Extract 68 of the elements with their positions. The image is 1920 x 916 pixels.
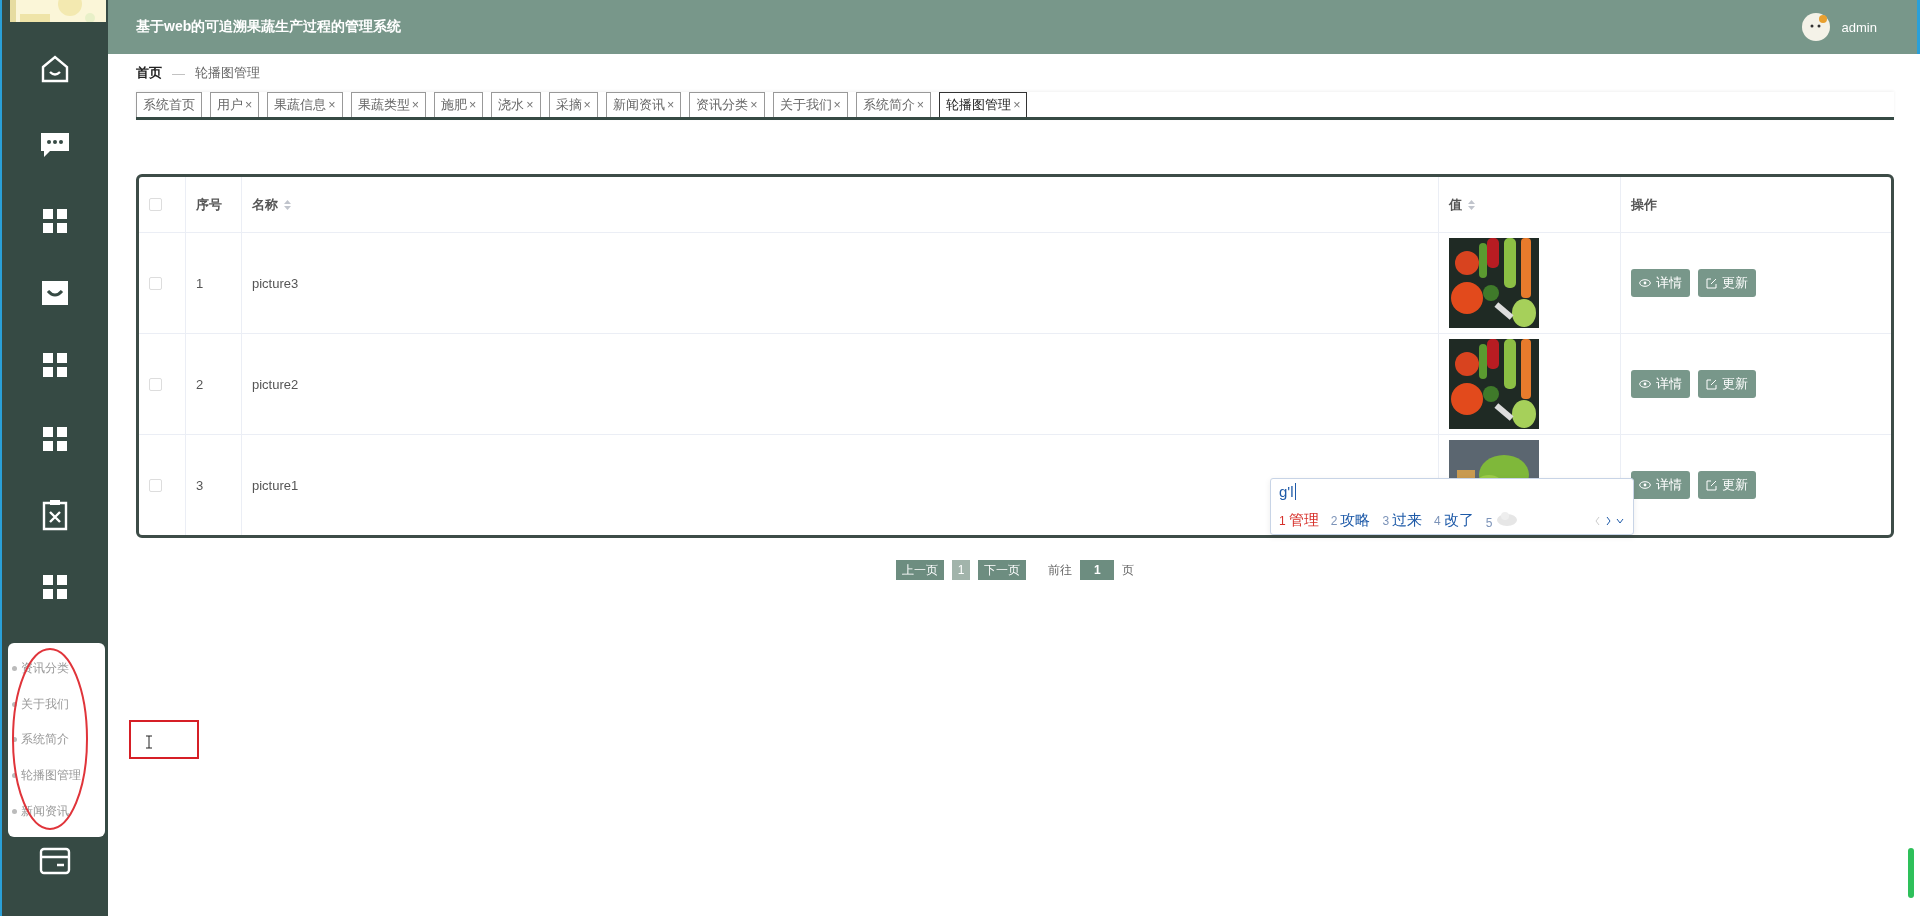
next-page-button[interactable]: 下一页 — [978, 560, 1027, 580]
tab[interactable]: 新闻资讯 × — [605, 92, 682, 117]
checkbox[interactable] — [149, 377, 162, 391]
column-header[interactable]: 名称 — [252, 195, 278, 214]
card-icon — [39, 847, 71, 875]
table-cell: picture1 — [252, 477, 299, 493]
tab[interactable]: 果蔬类型 × — [350, 92, 426, 117]
checkbox[interactable] — [149, 198, 162, 211]
chat-icon — [40, 131, 70, 159]
breadcrumb-separator: — — [172, 65, 185, 81]
clipboard-icon — [42, 499, 68, 531]
page-input[interactable]: 1 — [1080, 560, 1115, 580]
tab[interactable]: 关于我们 × — [772, 92, 848, 117]
text-cursor-icon — [145, 735, 153, 749]
tab[interactable]: 采摘 × — [548, 92, 598, 117]
store-icon — [40, 279, 70, 307]
breadcrumb-current: 轮播图管理 — [195, 64, 260, 82]
grid-icon — [42, 352, 68, 378]
tab[interactable]: 用户 × — [210, 92, 260, 117]
eye-icon — [1639, 481, 1651, 489]
update-button[interactable]: 更新 — [1698, 269, 1756, 297]
edit-icon — [1706, 378, 1717, 390]
column-header: 操作 — [1631, 195, 1657, 214]
goto-label: 前往 — [1048, 561, 1073, 579]
checkbox[interactable] — [149, 276, 162, 290]
edit-icon — [1706, 277, 1717, 289]
ime-candidate[interactable]: 2 攻略 — [1330, 511, 1371, 530]
column-header[interactable]: 值 — [1449, 195, 1462, 214]
annotation-rectangle — [129, 720, 199, 759]
tab[interactable]: 果蔬信息 × — [267, 92, 343, 117]
grid-icon — [42, 574, 68, 600]
tab[interactable]: 施肥 × — [433, 92, 484, 117]
tab[interactable]: 浇水 × — [491, 92, 541, 117]
ime-candidate[interactable]: 3 过来 — [1382, 511, 1423, 530]
page-suffix: 页 — [1122, 561, 1135, 579]
ime-nav-icon[interactable] — [1595, 515, 1625, 526]
checkbox[interactable] — [149, 478, 162, 492]
grid-icon — [42, 208, 68, 234]
grid-icon — [42, 426, 68, 452]
sort-icon[interactable] — [284, 199, 291, 210]
sort-icon[interactable] — [1468, 199, 1475, 210]
ime-candidate[interactable]: 1 管理 — [1279, 511, 1319, 530]
edit-icon — [1706, 479, 1717, 491]
details-button[interactable]: 详情 — [1631, 471, 1690, 499]
details-button[interactable]: 详情 — [1631, 269, 1690, 297]
user-name[interactable]: admin — [1841, 19, 1877, 35]
avatar-icon — [1801, 13, 1830, 41]
breadcrumb-link[interactable]: 首页 — [136, 64, 162, 82]
prev-page-button[interactable]: 上一页 — [895, 560, 944, 580]
app-title: 基于web的可追溯果蔬生产过程的管理系统 — [136, 18, 402, 36]
eye-icon — [1639, 380, 1651, 388]
update-button[interactable]: 更新 — [1698, 471, 1756, 499]
table-cell: 1 — [196, 275, 204, 291]
tab[interactable]: 系统首页 — [136, 92, 202, 117]
column-header: 序号 — [196, 195, 222, 214]
table-cell: 3 — [196, 477, 204, 493]
update-button[interactable]: 更新 — [1698, 370, 1756, 398]
eye-icon — [1639, 279, 1651, 287]
tab[interactable]: 资讯分类 × — [689, 92, 765, 117]
details-button[interactable]: 详情 — [1631, 370, 1690, 398]
table-cell: picture3 — [252, 275, 299, 291]
scrollbar-thumb — [1908, 848, 1914, 898]
home-icon — [39, 53, 71, 85]
ime-composition: g'l — [1279, 483, 1296, 500]
tab[interactable]: 轮播图管理 × — [939, 92, 1028, 117]
tab[interactable]: 系统简介 × — [855, 92, 932, 117]
table-cell: picture2 — [252, 376, 299, 392]
table-cell: 2 — [196, 376, 204, 392]
